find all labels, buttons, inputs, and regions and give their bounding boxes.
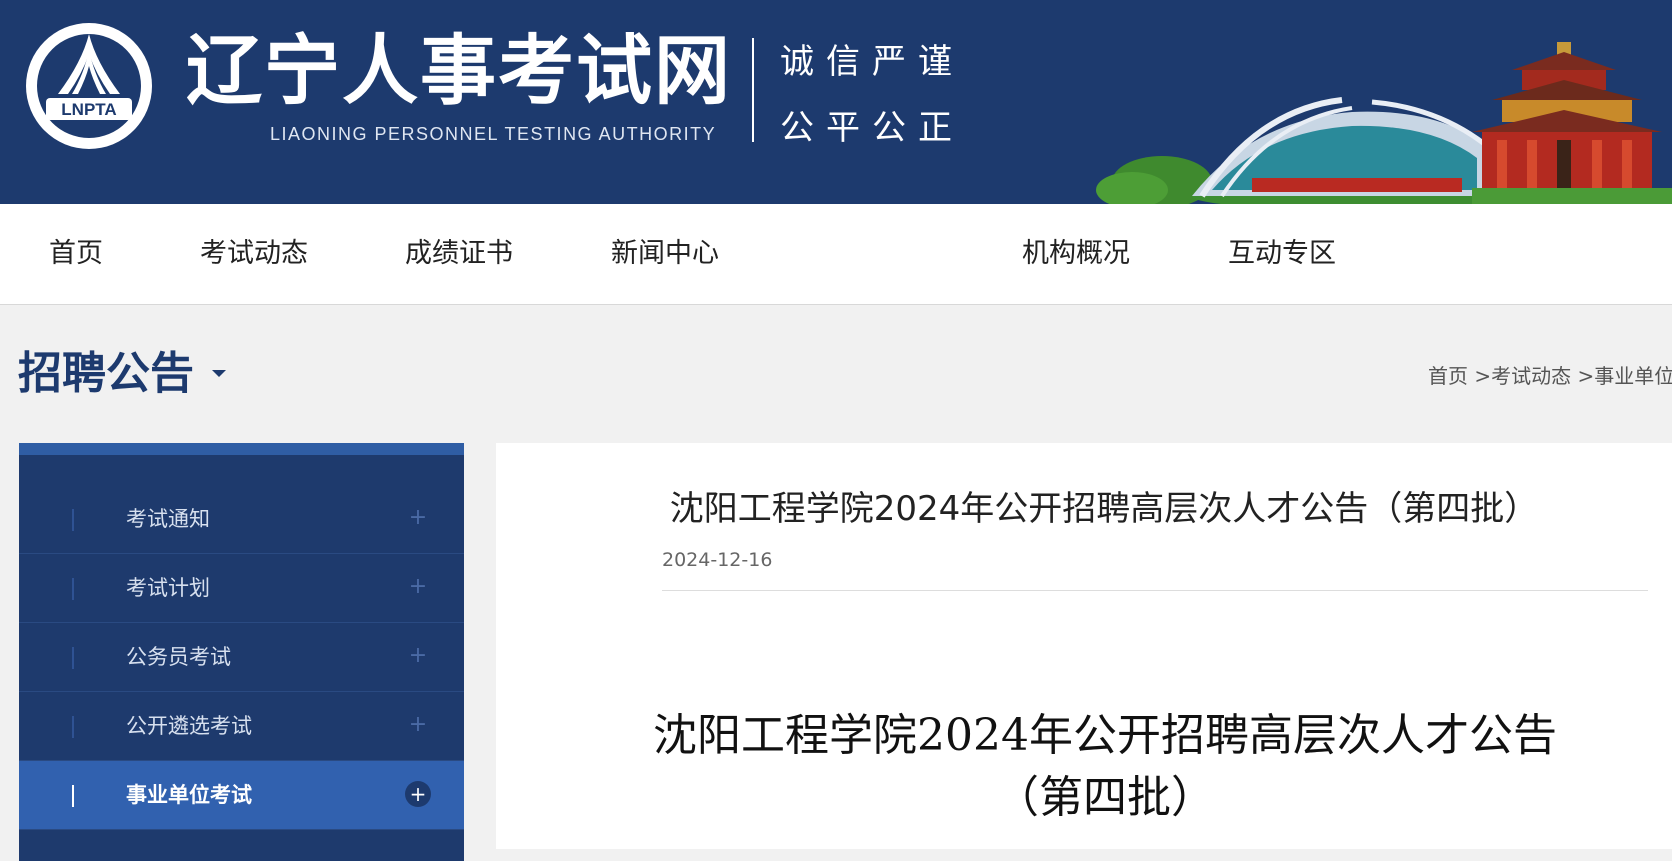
sidebar-item-label: 考试计划	[126, 576, 210, 600]
main-nav: 首页 考试动态 成绩证书 新闻中心 机构概况 互动专区	[0, 204, 1672, 305]
nav-item-interaction[interactable]: 互动专区	[1228, 204, 1336, 304]
sidebar-item-label: 考试通知	[126, 507, 210, 531]
nav-item-home[interactable]: 首页	[49, 204, 103, 304]
plus-icon[interactable]: +	[405, 712, 431, 738]
banner-landmark-illustration	[1096, 42, 1672, 204]
caret-down-icon[interactable]	[212, 370, 226, 377]
article-panel: 沈阳工程学院2024年公开招聘高层次人才公告（第四批） 2024-12-16 沈…	[496, 443, 1672, 849]
sidebar-item-label: 公务员考试	[126, 645, 231, 669]
plus-icon[interactable]: +	[405, 505, 431, 531]
lnpta-logo[interactable]: LNPTA	[24, 14, 154, 152]
sidebar-item-label: 公开遴选考试	[126, 714, 252, 738]
sidebar-item-exam-plans[interactable]: 考试计划 +	[19, 554, 464, 623]
sidebar-item-exam-notices[interactable]: 考试通知 +	[19, 485, 464, 554]
header-banner: LNPTA 辽宁人事考试网 LIAONING PERSONNEL TESTING…	[0, 0, 1672, 204]
nav-item-scores-certificates[interactable]: 成绩证书	[405, 204, 513, 304]
nav-item-news-center[interactable]: 新闻中心	[611, 204, 719, 304]
breadcrumb[interactable]: 首页 >考试动态 >事业单位	[1428, 360, 1672, 389]
plus-icon[interactable]: +	[405, 643, 431, 669]
nav-item-exam-news[interactable]: 考试动态	[200, 204, 308, 304]
slogan-line-1: 诚信严谨	[780, 42, 964, 82]
title-divider	[752, 38, 754, 142]
site-subtitle: LIAONING PERSONNEL TESTING AUTHORITY	[270, 124, 717, 144]
article-date: 2024-12-16	[662, 549, 773, 571]
slogan-line-2: 公平公正	[780, 108, 964, 148]
article-title: 沈阳工程学院2024年公开招聘高层次人才公告（第四批）	[669, 489, 1539, 529]
article-divider	[662, 590, 1648, 591]
document-title-line-1: 沈阳工程学院2024年公开招聘高层次人才公告	[653, 710, 1557, 761]
sidebar: 考试通知 + 考试计划 + 公务员考试 + 公开遴选考试 + 事业单位考试 +	[19, 443, 464, 861]
sidebar-item-marker	[72, 509, 74, 531]
nav-item-about[interactable]: 机构概况	[1022, 204, 1130, 304]
plus-circle-icon[interactable]: +	[405, 781, 431, 807]
plus-icon[interactable]: +	[405, 574, 431, 600]
sidebar-item-marker	[72, 578, 74, 600]
site-title[interactable]: 辽宁人事考试网	[186, 26, 732, 116]
sidebar-item-civil-servant-exam[interactable]: 公务员考试 +	[19, 623, 464, 692]
sidebar-item-marker	[72, 716, 74, 738]
section-title: 招聘公告	[18, 348, 194, 399]
document-title-line-2: （第四批）	[995, 772, 1215, 823]
sidebar-item-public-institution-exam[interactable]: 事业单位考试 +	[19, 761, 464, 830]
logo-text: LNPTA	[61, 100, 116, 119]
sidebar-item-marker	[72, 785, 74, 807]
sidebar-item-label: 事业单位考试	[126, 783, 252, 807]
sidebar-item-marker	[72, 647, 74, 669]
sidebar-item-open-selection-exam[interactable]: 公开遴选考试 +	[19, 692, 464, 761]
